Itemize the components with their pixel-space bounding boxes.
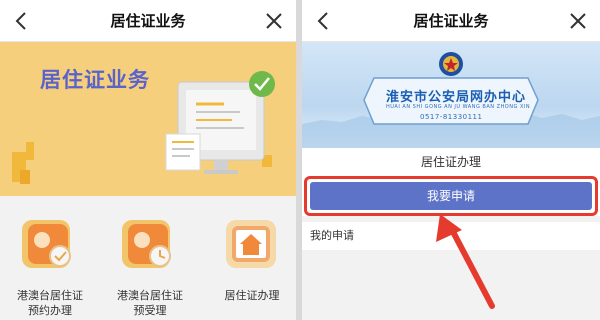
banner-title: 居住证业务	[40, 68, 150, 92]
right-page-title: 居住证业务	[413, 12, 489, 30]
apply-row: 我要申请	[302, 176, 600, 216]
back-icon[interactable]	[314, 10, 334, 32]
house-icon	[226, 220, 276, 268]
section-title: 居住证办理	[302, 148, 600, 176]
left-screen: 居住证业务 居住证业务 港澳台居住证 预约办理 港澳台居住证 预受理 居住证办理	[0, 0, 296, 320]
service-label: 居住证办理	[224, 289, 280, 302]
back-icon[interactable]	[12, 10, 32, 32]
police-center-banner: 淮安市公安局网办中心 HUAI AN SHI GONG AN JU WANG B…	[302, 42, 600, 148]
close-icon[interactable]	[568, 11, 588, 31]
highlight-box	[304, 176, 598, 216]
service-label: 预约办理	[28, 304, 72, 317]
left-nav-bar: 居住证业务	[0, 0, 296, 42]
service-hmt-appointment[interactable]: 港澳台居住证 预约办理	[4, 214, 96, 318]
close-icon[interactable]	[264, 11, 284, 31]
residence-permit-banner: 居住证业务	[0, 42, 296, 196]
right-nav-bar: 居住证业务	[302, 0, 600, 42]
police-center-pinyin: HUAI AN SHI GONG AN JU WANG BAN ZHONG XI…	[386, 104, 531, 110]
police-center-phone: 0517-81330111	[420, 113, 483, 121]
police-center-name: 淮安市公安局网办中心	[386, 90, 527, 105]
service-label: 预受理	[133, 304, 167, 317]
red-arrow-icon	[436, 214, 495, 309]
service-label: 港澳台居住证	[117, 289, 183, 302]
composite-screenshot: 居住证业务 居住证业务 港澳台居住证 预约办理 港澳台居住证 预受理 居住证办理…	[0, 0, 600, 320]
service-residence-permit[interactable]: 居住证办理	[206, 214, 296, 303]
service-grid: 港澳台居住证 预约办理 港澳台居住证 预受理 居住证办理	[0, 196, 296, 320]
hongkong-clock-icon	[122, 220, 171, 268]
service-hmt-preaccept[interactable]: 港澳台居住证 预受理	[104, 214, 196, 318]
left-page-title: 居住证业务	[110, 12, 186, 30]
hongkong-calendar-check-icon	[22, 220, 71, 268]
service-label: 港澳台居住证	[17, 289, 83, 302]
